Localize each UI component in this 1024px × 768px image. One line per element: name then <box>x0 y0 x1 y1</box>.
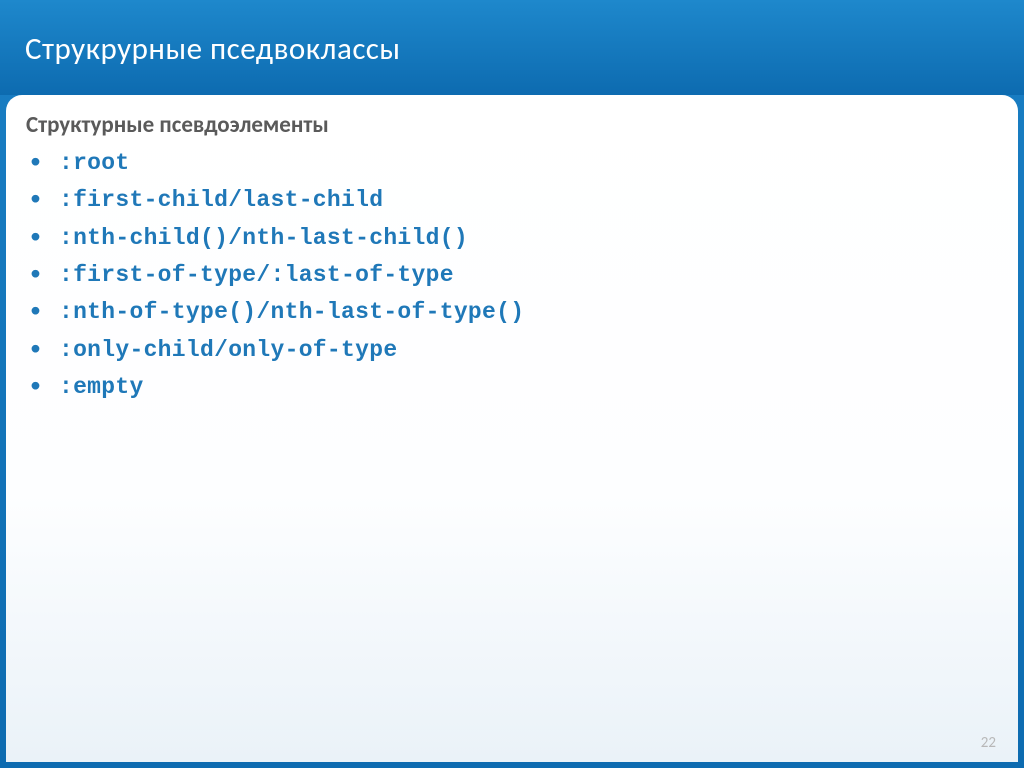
list-item: • :first-of-type/:last-of-type <box>26 259 998 292</box>
slide-title: Струкрурные пседвоклассы <box>25 30 999 68</box>
list-item: • :empty <box>26 371 998 404</box>
pseudo-class-list: • :root • :first-child/last-child • :nth… <box>26 147 998 404</box>
page-number: 22 <box>981 734 996 752</box>
list-item-text: :only-child/only-of-type <box>59 334 397 367</box>
bullet-icon: • <box>30 184 41 213</box>
list-item-text: :root <box>59 147 130 180</box>
list-item-text: :empty <box>59 371 144 404</box>
slide-header: Струкрурные пседвоклассы <box>0 0 1024 95</box>
bullet-icon: • <box>30 259 41 288</box>
list-item-text: :first-child/last-child <box>59 184 383 217</box>
bullet-icon: • <box>30 147 41 176</box>
content-subtitle: Структурные псевдоэлементы <box>26 111 998 139</box>
list-item: • :only-child/only-of-type <box>26 334 998 367</box>
list-item: • :first-child/last-child <box>26 184 998 217</box>
list-item-text: :nth-child()/nth-last-child() <box>59 222 468 255</box>
list-item: • :root <box>26 147 998 180</box>
bullet-icon: • <box>30 334 41 363</box>
list-item-text: :nth-of-type()/nth-last-of-type() <box>59 296 524 329</box>
bullet-icon: • <box>30 371 41 400</box>
bullet-icon: • <box>30 222 41 251</box>
list-item: • :nth-of-type()/nth-last-of-type() <box>26 296 998 329</box>
list-item-text: :first-of-type/:last-of-type <box>59 259 454 292</box>
bullet-icon: • <box>30 296 41 325</box>
list-item: • :nth-child()/nth-last-child() <box>26 222 998 255</box>
slide-content-card: Структурные псевдоэлементы • :root • :fi… <box>6 95 1018 762</box>
